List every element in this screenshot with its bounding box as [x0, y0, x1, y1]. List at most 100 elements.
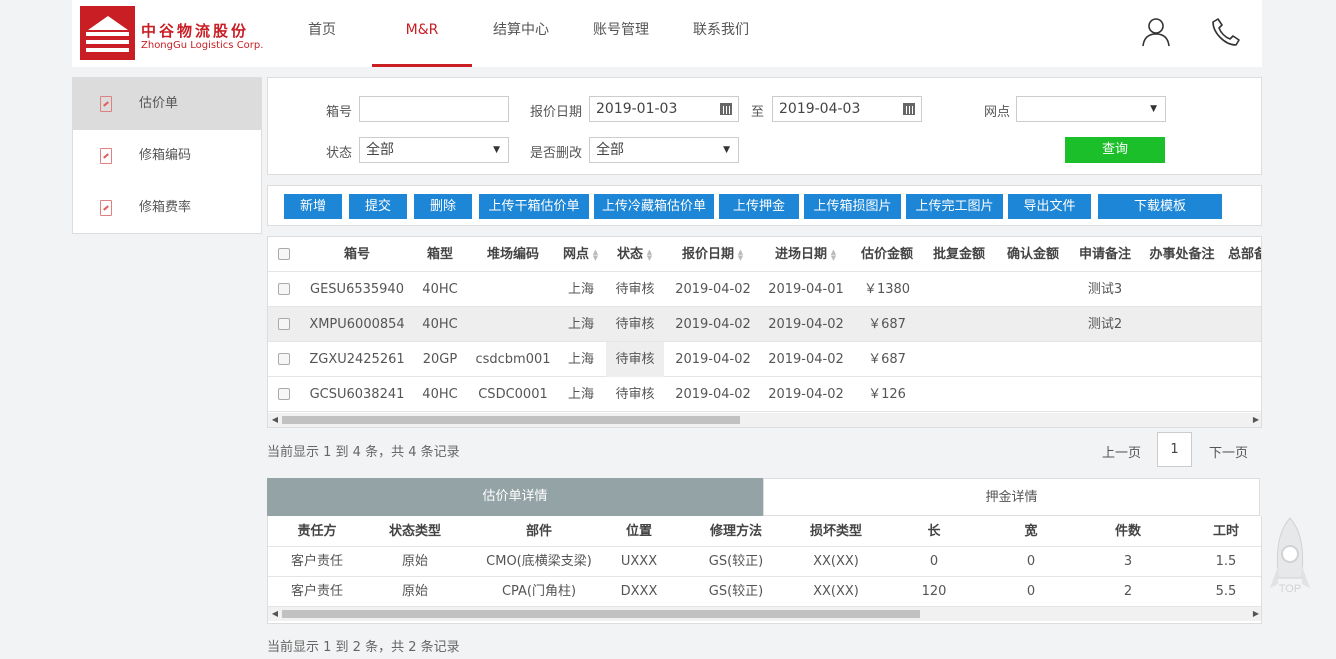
- cell-apply-remark: 测试2: [1087, 317, 1123, 332]
- next-page-button[interactable]: 下一页: [1209, 442, 1248, 461]
- sidebar-item-repair-rate[interactable]: 修箱费率: [73, 182, 261, 234]
- cell-box-type: 40HC: [422, 387, 458, 402]
- upload-finish-image-button[interactable]: 上传完工图片: [906, 194, 1003, 219]
- submit-button[interactable]: 提交: [349, 194, 407, 219]
- col-status[interactable]: 状态 ▲ ▼: [606, 237, 664, 272]
- col-office-remark[interactable]: 办事处备注: [1142, 237, 1222, 272]
- table-horizontal-scrollbar[interactable]: ◀ ▶: [268, 413, 1261, 427]
- table-row[interactable]: GESU6535940 40HC 上海 待审核 2019-04-02 2019-…: [268, 272, 1261, 307]
- scroll-right-icon[interactable]: ▶: [1249, 413, 1261, 427]
- col-approved[interactable]: 批复金额: [924, 237, 994, 272]
- tab-quote-detail[interactable]: 估价单详情: [267, 478, 763, 516]
- table-row[interactable]: ZGXU2425261 20GP csdcbm001 上海 待审核 2019-0…: [268, 342, 1261, 377]
- back-to-top-button[interactable]: TOP: [1266, 516, 1314, 616]
- nav-mr[interactable]: M&R: [372, 0, 472, 67]
- col-box-type[interactable]: 箱型: [414, 237, 466, 272]
- row-checkbox[interactable]: [278, 318, 290, 330]
- cell-box-type: 20GP: [422, 352, 458, 367]
- calendar-icon[interactable]: [720, 103, 732, 115]
- col-estimate[interactable]: 估价金额: [852, 237, 922, 272]
- scroll-thumb[interactable]: [282, 416, 740, 424]
- sidebar-item-quote[interactable]: 估价单: [73, 78, 261, 130]
- col-status-type: 状态类型: [388, 524, 441, 539]
- date-to-input[interactable]: 2019-04-03: [772, 96, 922, 122]
- status-value: 全部: [366, 142, 394, 158]
- sidebar-item-label: 修箱编码: [139, 148, 192, 163]
- cell-box-type: 40HC: [422, 282, 458, 297]
- company-logo[interactable]: 中谷物流股份 ZhongGu Logistics Corp.: [80, 6, 270, 61]
- col-quote-date[interactable]: 报价日期 ▲ ▼: [668, 237, 758, 272]
- cell-status-type: 原始: [401, 554, 428, 569]
- add-button[interactable]: 新增: [284, 194, 342, 219]
- table-row[interactable]: XMPU6000854 40HC 上海 待审核 2019-04-02 2019-…: [268, 307, 1261, 342]
- cell-status: 待审核: [615, 387, 655, 402]
- sort-icon: ▲ ▼: [592, 247, 599, 262]
- rocket-icon: TOP: [1270, 517, 1310, 595]
- query-button[interactable]: 查询: [1065, 137, 1165, 163]
- cell-status: 待审核: [606, 342, 664, 377]
- sort-icon: ▲ ▼: [737, 247, 744, 262]
- scroll-left-icon[interactable]: ◀: [268, 607, 282, 621]
- table-row[interactable]: GCSU6038241 40HC CSDC0001 上海 待审核 2019-04…: [268, 377, 1261, 412]
- tab-deposit-detail[interactable]: 押金详情: [763, 478, 1260, 516]
- cell-count: 2: [1123, 584, 1133, 599]
- col-entry-date[interactable]: 进场日期 ▲ ▼: [762, 237, 850, 272]
- upload-dry-quote-button[interactable]: 上传干箱估价单: [479, 194, 589, 219]
- col-outlet[interactable]: 网点 ▲ ▼: [558, 237, 604, 272]
- nav-settlement[interactable]: 结算中心: [486, 0, 556, 67]
- cell-component: CPA(门角柱): [501, 584, 577, 599]
- quote-date-label: 报价日期: [530, 105, 583, 120]
- col-confirmed[interactable]: 确认金额: [998, 237, 1068, 272]
- row-checkbox[interactable]: [278, 353, 290, 365]
- nav-home[interactable]: 首页: [298, 0, 346, 67]
- col-box-no[interactable]: 箱号: [304, 237, 410, 272]
- upload-deposit-button[interactable]: 上传押金: [719, 194, 799, 219]
- filter-panel: 箱号 报价日期 2019-01-03 至 2019-04-03 网点 ▼ 状态 …: [267, 77, 1262, 175]
- detail-horizontal-scrollbar[interactable]: ◀ ▶: [268, 607, 1261, 621]
- row-checkbox[interactable]: [278, 388, 290, 400]
- sidebar-item-repair-code[interactable]: 修箱编码: [73, 130, 261, 182]
- upload-damage-image-button[interactable]: 上传箱损图片: [804, 194, 901, 219]
- prev-page-button[interactable]: 上一页: [1102, 442, 1141, 461]
- phone-icon[interactable]: [1210, 16, 1242, 48]
- col-apply-remark[interactable]: 申请备注: [1070, 237, 1140, 272]
- col-yard-code[interactable]: 堆场编码: [474, 237, 552, 272]
- nav-account[interactable]: 账号管理: [586, 0, 656, 67]
- detail-table: 责任方 状态类型 部件 位置 修理方法 损坏类型 长 宽 件数 工时 客户责任 …: [267, 516, 1262, 624]
- upload-reefer-quote-button[interactable]: 上传冷藏箱估价单: [594, 194, 714, 219]
- cell-apply-remark: 测试3: [1087, 282, 1123, 297]
- cell-yard-code: csdcbm001: [475, 352, 551, 367]
- cell-box-no: XMPU6000854: [309, 317, 405, 332]
- table-row[interactable]: 客户责任 原始 CMO(底横梁支梁) UXXX GS(较正) XX(XX) 0 …: [268, 547, 1261, 577]
- cell-length: 0: [929, 554, 939, 569]
- user-icon[interactable]: [1140, 16, 1172, 48]
- table-row[interactable]: 客户责任 原始 CPA(门角柱) DXXX GS(较正) XX(XX) 120 …: [268, 577, 1261, 607]
- status-select[interactable]: 全部 ▼: [359, 137, 509, 163]
- cell-repair-method: GS(较正): [708, 584, 764, 599]
- col-hq-remark[interactable]: 总部备: [1228, 237, 1261, 272]
- cell-count: 3: [1123, 554, 1133, 569]
- modified-select[interactable]: 全部 ▼: [589, 137, 739, 163]
- outlet-select[interactable]: ▼: [1016, 96, 1166, 122]
- current-page[interactable]: 1: [1157, 432, 1192, 467]
- sort-icon: ▲ ▼: [646, 247, 653, 262]
- date-from-input[interactable]: 2019-01-03: [589, 96, 739, 122]
- nav-contact[interactable]: 联系我们: [686, 0, 756, 67]
- cell-outlet: 上海: [567, 387, 594, 402]
- row-checkbox[interactable]: [278, 283, 290, 295]
- delete-button[interactable]: 删除: [414, 194, 472, 219]
- date-to-value: 2019-04-03: [779, 101, 861, 117]
- scroll-right-icon[interactable]: ▶: [1249, 607, 1261, 621]
- calendar-icon[interactable]: [903, 103, 915, 115]
- download-template-button[interactable]: 下载模板: [1098, 194, 1222, 219]
- select-all-checkbox[interactable]: [278, 248, 290, 260]
- export-file-button[interactable]: 导出文件: [1008, 194, 1091, 219]
- scroll-thumb[interactable]: [282, 610, 920, 618]
- col-hours: 工时: [1212, 524, 1239, 539]
- scroll-left-icon[interactable]: ◀: [268, 413, 282, 427]
- box-no-input[interactable]: [359, 96, 509, 122]
- col-repair-method: 修理方法: [709, 524, 762, 539]
- cell-entry-date: 2019-04-02: [768, 352, 844, 367]
- logo-text-en: ZhongGu Logistics Corp.: [141, 40, 264, 51]
- logo-text-cn: 中谷物流股份: [141, 22, 250, 40]
